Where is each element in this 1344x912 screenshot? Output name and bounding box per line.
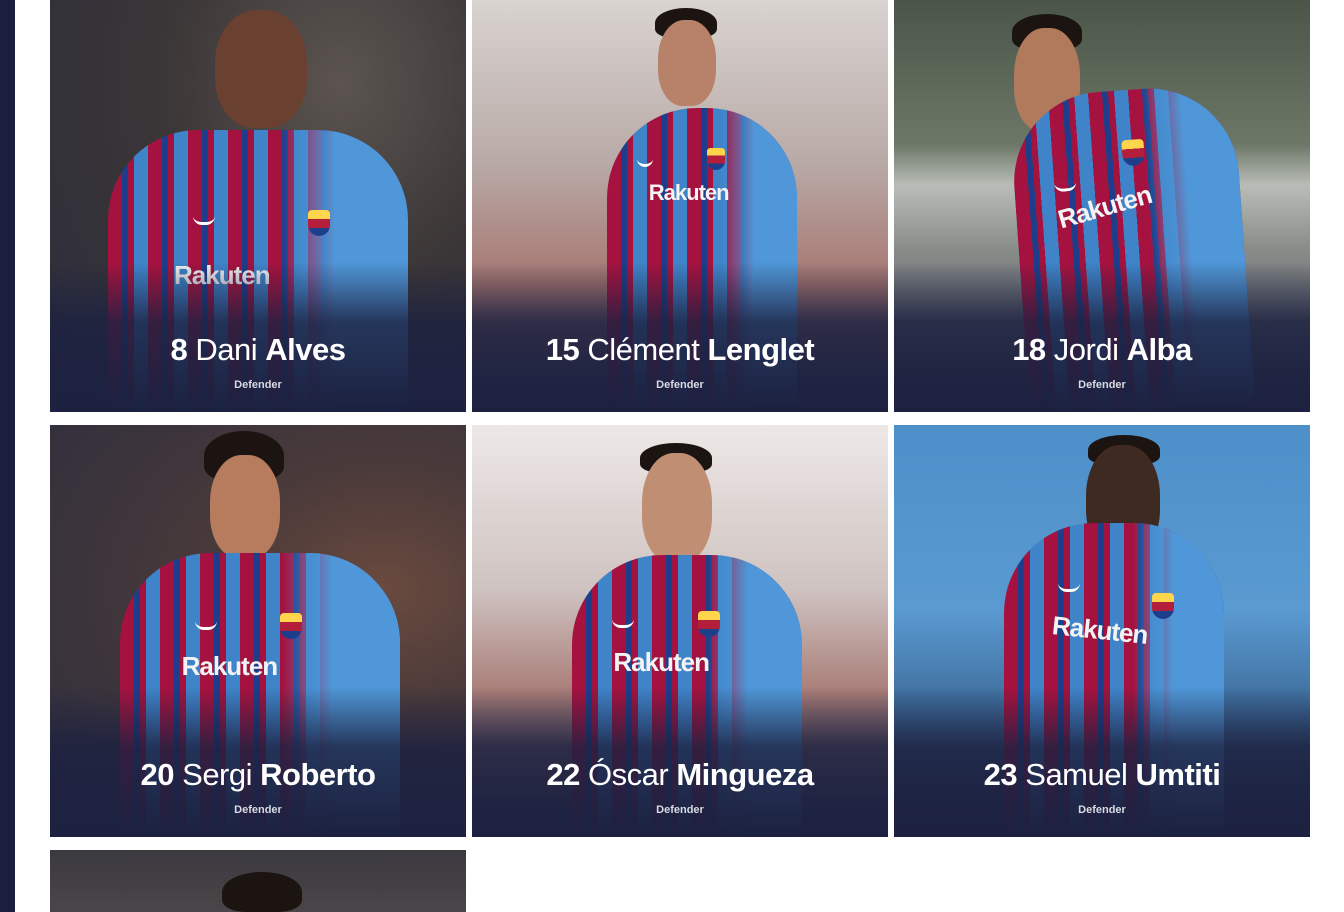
player-number: 20 — [140, 757, 175, 792]
player-card-samuel-umtiti[interactable]: Rakuten 23 Samuel Umtiti Defender — [894, 425, 1310, 837]
player-last-name: Mingueza — [676, 757, 814, 792]
shirt-sponsor: Rakuten — [648, 180, 730, 205]
player-last-name: Alba — [1126, 332, 1193, 367]
player-position: Defender — [656, 804, 704, 816]
player-first-name: Samuel — [1025, 757, 1128, 792]
shirt-sponsor: Rakuten — [181, 651, 279, 681]
player-card-sergi-roberto[interactable]: Rakuten 20 Sergi Roberto Defender — [50, 425, 466, 837]
shirt-sponsor: Rakuten — [613, 647, 710, 677]
player-name: 8 Dani Alves — [50, 332, 466, 368]
shirt-sponsor: Rakuten — [1051, 610, 1150, 650]
player-card-jordi-alba[interactable]: Rakuten 18 Jordi Alba Defender — [894, 0, 1310, 412]
player-position: Defender — [1078, 379, 1126, 391]
player-number: 23 — [983, 757, 1018, 792]
player-first-name: Jordi — [1053, 332, 1119, 367]
player-name: 18 Jordi Alba — [894, 332, 1310, 368]
player-position: Defender — [234, 379, 282, 391]
player-last-name: Umtiti — [1135, 757, 1221, 792]
player-last-name: Roberto — [260, 757, 376, 792]
player-first-name: Sergi — [182, 757, 253, 792]
player-first-name: Óscar — [588, 757, 669, 792]
player-number: 8 — [170, 332, 188, 367]
player-number: 22 — [546, 757, 580, 792]
player-name: 15 Clément Lenglet — [472, 332, 888, 368]
player-name: 22 Óscar Mingueza — [472, 757, 888, 793]
player-last-name: Alves — [265, 332, 346, 367]
player-name: 23 Samuel Umtiti — [894, 757, 1310, 793]
player-position: Defender — [656, 379, 704, 391]
player-position: Defender — [1078, 804, 1126, 816]
player-number: 18 — [1012, 332, 1046, 367]
player-photo — [50, 850, 466, 912]
player-card-clement-lenglet[interactable]: Rakuten 15 Clément Lenglet Defender — [472, 0, 888, 412]
player-first-name: Dani — [195, 332, 258, 367]
player-last-name: Lenglet — [707, 332, 815, 367]
player-card-partial[interactable] — [50, 850, 466, 912]
player-card-oscar-mingueza[interactable]: Rakuten 22 Óscar Mingueza Defender — [472, 425, 888, 837]
player-position: Defender — [234, 804, 282, 816]
player-name: 20 Sergi Roberto — [50, 757, 466, 793]
left-edge-bar — [0, 0, 15, 912]
player-number: 15 — [545, 332, 580, 367]
player-first-name: Clément — [587, 332, 700, 367]
player-card-dani-alves[interactable]: Rakuten 8 Dani Alves Defender — [50, 0, 466, 412]
